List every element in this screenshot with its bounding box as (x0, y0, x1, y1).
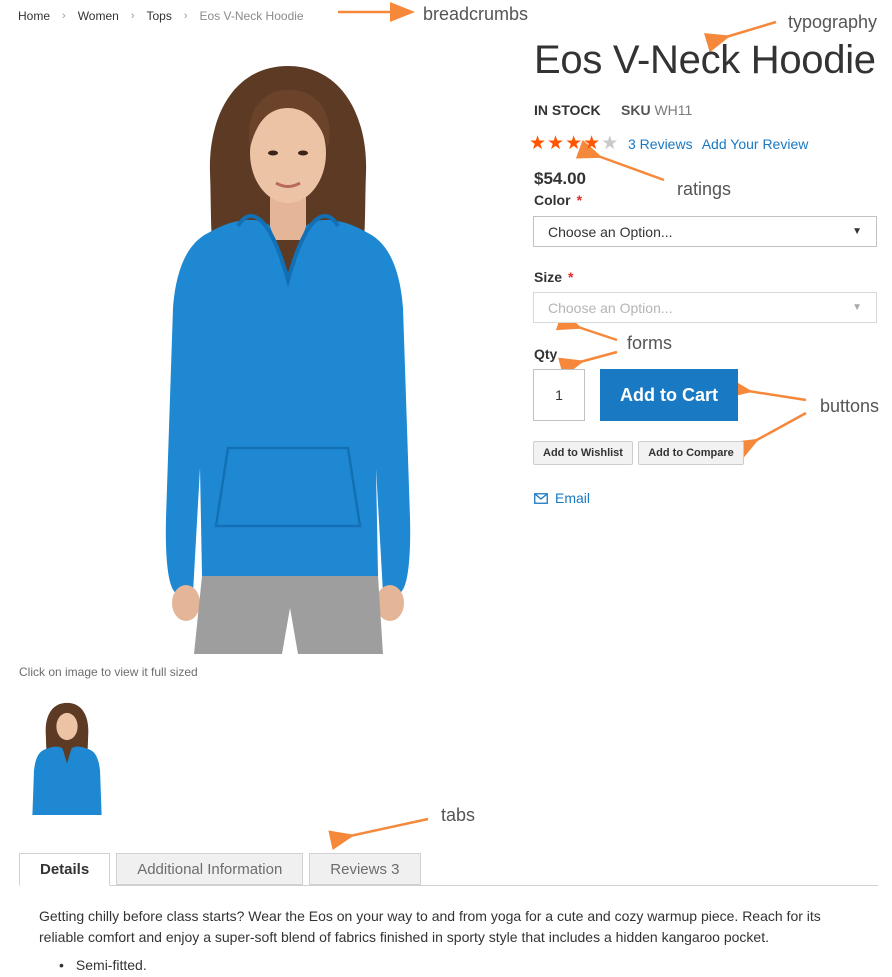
email-link[interactable]: Email (534, 490, 590, 506)
color-label-text: Color (534, 192, 571, 208)
stock-status: In stock (534, 102, 601, 118)
qty-label: Qty (534, 346, 558, 362)
arrow-buttons-2 (732, 411, 807, 460)
star-empty-icon: ★ (601, 133, 619, 154)
star-filled-icon: ★ (547, 133, 565, 154)
chevron-down-icon: ▼ (852, 226, 862, 237)
size-select-value: Choose an Option... (548, 299, 673, 316)
rating-stars: ★ ★ ★ ★ ★ (529, 134, 618, 154)
star-filled-icon: ★ (583, 133, 601, 154)
arrow-buttons-1 (726, 378, 807, 402)
product-thumbnail[interactable] (22, 697, 112, 815)
arrow-ratings (575, 139, 665, 182)
arrow-forms-1 (555, 311, 618, 342)
add-to-cart-button[interactable]: Add to Cart (600, 369, 738, 421)
review-links: 3 Reviews Add Your Review (628, 136, 814, 152)
product-description: Getting chilly before class starts? Wear… (39, 908, 821, 945)
color-select-value: Choose an Option... (548, 223, 673, 240)
list-item: • Semi-fitted. (59, 957, 147, 973)
sku-value: WH11 (654, 102, 693, 118)
star-filled-icon: ★ (565, 133, 583, 154)
tab-details[interactable]: Details (19, 853, 111, 886)
required-mark: * (568, 269, 574, 285)
bullet-icon: • (59, 957, 64, 973)
email-link-label: Email (555, 490, 591, 506)
add-to-wishlist-button[interactable]: Add to Wishlist (533, 441, 633, 465)
arrow-typography (703, 20, 777, 53)
size-select[interactable]: Choose an Option... ▼ (533, 292, 877, 323)
list-item-text: Semi-fitted. (75, 957, 147, 973)
gallery-caption: Click on image to view it full sized (19, 665, 198, 679)
color-label: Color * (534, 192, 582, 208)
star-filled-icon: ★ (529, 133, 547, 154)
add-review-link[interactable]: Add Your Review (702, 136, 809, 152)
product-image[interactable] (138, 48, 438, 654)
arrow-forms-2 (558, 350, 618, 377)
product-price: $54.00 (534, 169, 586, 188)
color-select[interactable]: Choose an Option... ▼ (533, 216, 877, 247)
product-title: Eos V-Neck Hoodie (534, 38, 876, 82)
size-label-text: Size (534, 269, 563, 285)
size-label: Size * (534, 269, 573, 285)
arrow-tabs (328, 817, 429, 851)
reviews-link[interactable]: 3 Reviews (628, 136, 693, 152)
sku-label: SKU (621, 102, 651, 118)
sku: SKU WH11 (621, 102, 692, 118)
tab-reviews[interactable]: Reviews 3 (309, 853, 421, 885)
envelope-icon (534, 492, 548, 504)
add-to-compare-button[interactable]: Add to Compare (638, 441, 744, 465)
chevron-down-icon: ▼ (852, 302, 862, 313)
required-mark: * (576, 192, 583, 208)
product-tabs: Details Additional Information Reviews 3 (19, 853, 421, 886)
tab-additional-information[interactable]: Additional Information (116, 853, 304, 885)
qty-input[interactable]: 1 (533, 369, 585, 421)
